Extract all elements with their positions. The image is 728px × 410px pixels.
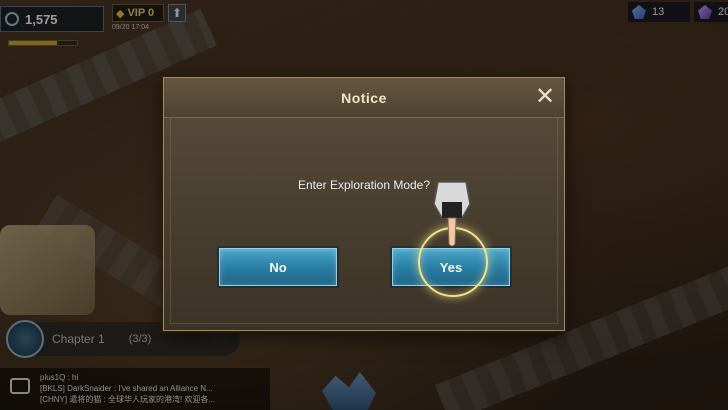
no-button-label: No bbox=[269, 259, 287, 275]
dialog-message: Enter Exploration Mode? bbox=[297, 178, 431, 192]
close-icon[interactable]: ✕ bbox=[534, 85, 556, 109]
no-button[interactable]: No bbox=[219, 248, 337, 286]
notice-dialog: Notice ✕ Enter Exploration Mode? No Yes bbox=[163, 77, 565, 331]
dialog-title: Notice bbox=[341, 89, 387, 106]
dialog-header: Notice ✕ bbox=[164, 78, 564, 118]
pointer-hand-icon bbox=[433, 181, 471, 247]
